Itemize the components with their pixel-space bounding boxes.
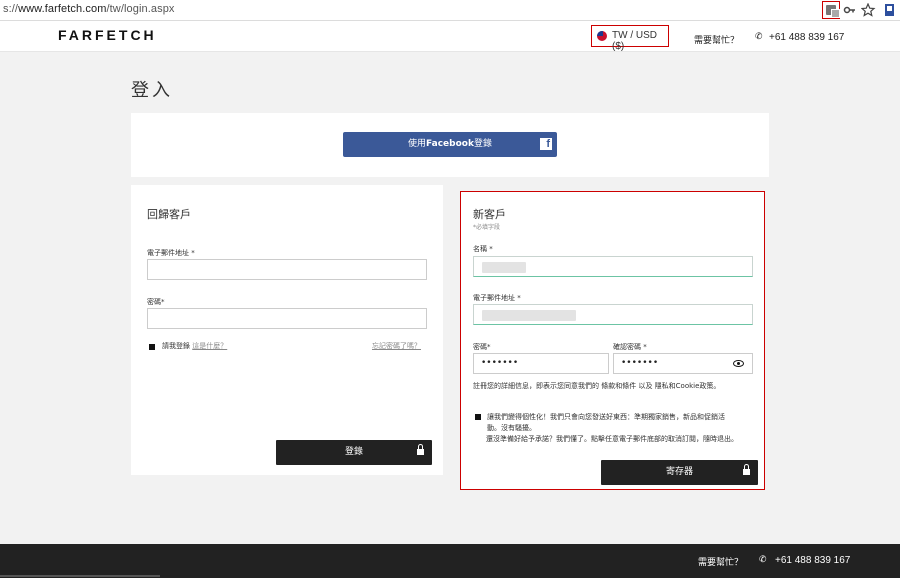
lock-icon [743, 464, 750, 475]
facebook-icon: f [540, 138, 552, 150]
phone-icon: ✆ [755, 32, 763, 42]
footer-help-link[interactable]: 需要幫忙？ [698, 555, 743, 568]
register-password-label: 密碼* [473, 343, 491, 351]
footer-phone-icon: ✆ [759, 555, 767, 565]
register-email-label: 電子郵件地址 * [473, 294, 521, 302]
help-link[interactable]: 需要幫忙？ [694, 33, 739, 46]
new-customer-title: 新客戶 [473, 208, 506, 221]
footer-phone-number[interactable]: +61 488 839 167 [775, 555, 850, 566]
extension-icon[interactable] [884, 3, 900, 19]
returning-title: 回歸客戶 [147, 208, 191, 221]
locale-label: TW / USD ($) [612, 30, 657, 52]
locale-selector[interactable]: TW / USD ($) [591, 25, 669, 52]
email-label: 電子郵件地址 * [147, 249, 195, 257]
facebook-login-button[interactable]: 使用Facebook登錄 f [343, 132, 557, 157]
remember-me-label: 請我登錄 這是什麼？ [162, 342, 228, 350]
site-footer: 需要幫忙？ ✆ +61 488 839 167 [0, 544, 900, 578]
key-icon[interactable] [843, 3, 859, 19]
personalize-text: 讓我們變得個性化！我們只會向您發送好東西：準期獨家銷售，新品和促銷活 動。沒有騷… [486, 413, 738, 443]
password-label: 密碼* [147, 298, 165, 306]
star-icon[interactable] [861, 3, 877, 19]
register-name-input[interactable] [473, 256, 753, 277]
login-button[interactable]: 登錄 [276, 440, 432, 465]
footer-divider [0, 575, 160, 577]
terms-text: 註冊您的詳細信息，即表示您同意我們的 條款和條件 以及 隱私和Cookie政策。 [473, 382, 721, 390]
login-email-input[interactable] [147, 259, 427, 280]
show-password-eye-icon[interactable] [733, 360, 744, 367]
translate-icon[interactable] [822, 1, 840, 19]
register-email-input[interactable] [473, 304, 753, 325]
login-password-input[interactable] [147, 308, 427, 329]
name-label: 名稱 * [473, 245, 493, 253]
browser-address-bar[interactable]: s://www.farfetch.com/tw/login.aspx [0, 0, 900, 21]
confirm-password-label: 確認密碼 * [613, 343, 647, 351]
url-text[interactable]: s://www.farfetch.com/tw/login.aspx [3, 3, 175, 15]
register-password-input[interactable]: ••••••• [473, 353, 609, 374]
required-note: *必填字段 [473, 224, 501, 231]
lock-icon [417, 444, 424, 455]
what-is-this-link[interactable]: 這是什麼？ [192, 342, 227, 350]
register-button[interactable]: 寄存器 [601, 460, 758, 485]
page-title: 登入 [131, 80, 173, 101]
phone-number[interactable]: +61 488 839 167 [769, 32, 844, 43]
confirm-password-input[interactable]: ••••••• [613, 353, 753, 374]
forgot-password-link[interactable]: 忘記密碼了嗎？ [372, 341, 421, 352]
new-customer-form: 新客戶 *必填字段 名稱 * 電子郵件地址 * 密碼* ••••••• 確認密碼… [460, 191, 765, 490]
remember-me-checkbox[interactable] [147, 342, 157, 352]
farfetch-logo[interactable]: FARFETCH [58, 27, 157, 43]
personalize-checkbox[interactable] [473, 412, 483, 422]
taiwan-flag-icon [597, 31, 607, 41]
returning-customer-form: 回歸客戶 電子郵件地址 * 密碼* 請我登錄 這是什麼？ 忘記密碼了嗎？ 登錄 [131, 185, 443, 475]
site-header: FARFETCH [0, 21, 900, 52]
facebook-login-card: 使用Facebook登錄 f [131, 113, 769, 177]
